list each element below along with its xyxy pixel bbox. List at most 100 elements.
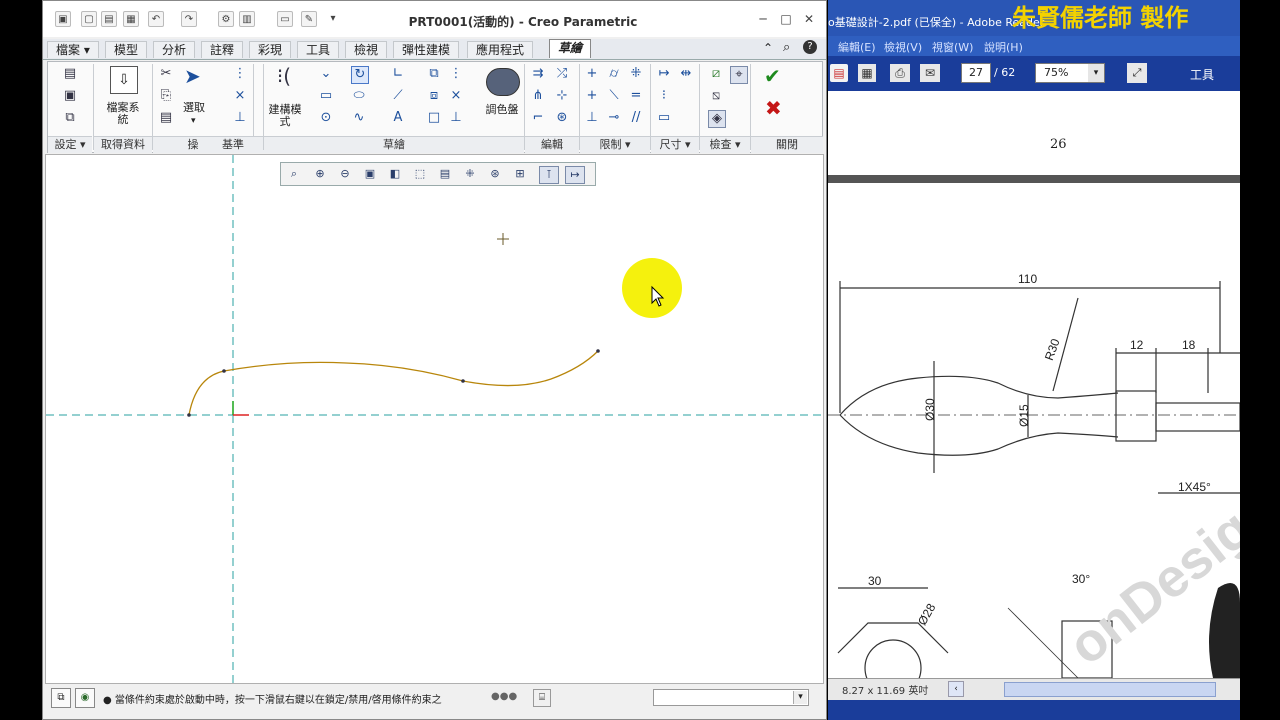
save-icon[interactable]: ▦ <box>123 11 139 27</box>
coordinate-system-icon[interactable]: ⊥ <box>232 110 248 126</box>
redo-icon[interactable]: ↷ <box>181 11 197 27</box>
help-icon[interactable]: ? <box>803 40 817 54</box>
chamfer-icon[interactable]: ⟋ <box>390 88 406 104</box>
tab-view[interactable]: 檢視 <box>345 41 388 58</box>
browser-icon[interactable]: ◉ <box>75 688 95 708</box>
app-menu-icon[interactable]: ▣ <box>55 11 71 27</box>
tab-flexible-modeling[interactable]: 彈性建模 <box>393 41 460 58</box>
close-window-icon[interactable]: ✎ <box>301 11 317 27</box>
model-tree-icon[interactable]: ⧉ <box>51 688 71 708</box>
pdf-drawing-page[interactable]: onDesign 110 R30 12 18 Ø30 Ø15 1X45° 30 … <box>828 183 1240 678</box>
graphics-canvas[interactable]: ⌕ ⊕ ⊖ ▣ ◧ ⬚ ▤ ⁜ ⊛ ⊞ ⊺ ↦ <box>45 154 824 684</box>
maximize-icon[interactable]: □ <box>778 11 794 27</box>
delete-segment-icon[interactable]: ⤮ <box>554 66 570 82</box>
project-icon[interactable]: □ <box>426 110 442 126</box>
customize-qat-icon[interactable]: ▾ <box>325 11 341 27</box>
perpendicular-constraint-icon[interactable]: ⊥ <box>584 110 600 126</box>
email-icon[interactable]: ✉ <box>920 64 940 82</box>
fillet-icon[interactable]: ∟ <box>390 66 406 82</box>
tab-tools[interactable]: 工具 <box>297 41 340 58</box>
windows-icon[interactable]: ▥ <box>239 11 255 27</box>
highlight-open-ends-icon[interactable]: ⌖ <box>730 66 748 84</box>
collapse-ribbon-icon[interactable]: ⌃ <box>763 41 773 55</box>
undo-icon[interactable]: ↶ <box>148 11 164 27</box>
coincident-constraint-icon[interactable]: ⊸ <box>606 110 622 126</box>
spline-curve[interactable] <box>188 350 599 416</box>
menu-edit[interactable]: 編輯(E) <box>838 39 876 55</box>
close-icon[interactable]: ✕ <box>801 11 817 27</box>
palette-icon[interactable] <box>486 68 520 96</box>
rotate-resize-icon[interactable]: ⊛ <box>554 110 570 126</box>
tab-sketch[interactable]: 草繪 <box>549 39 592 58</box>
copy-icon[interactable]: ⎘ <box>158 88 174 104</box>
open-folder-icon[interactable]: ▤ <box>101 11 117 27</box>
spline-point[interactable] <box>222 369 226 373</box>
create-pdf-icon[interactable]: ▤ <box>830 64 848 82</box>
symmetric-constraint-icon[interactable]: ⁜ <box>628 66 644 82</box>
feature-requirements-icon[interactable]: ◈ <box>708 110 726 128</box>
divide-icon[interactable]: ⊹ <box>554 88 570 104</box>
midpoint-constraint-icon[interactable]: ⟍ <box>606 88 622 104</box>
baseline-dimension-icon[interactable]: ⇹ <box>678 66 694 82</box>
chevron-down-icon[interactable]: ▾ <box>1088 64 1104 82</box>
tab-analysis[interactable]: 分析 <box>153 41 196 58</box>
horizontal-scrollbar[interactable] <box>1004 682 1216 697</box>
point-icon[interactable]: × <box>232 88 248 104</box>
sketch-view-icon[interactable]: ▣ <box>62 88 78 104</box>
page-number-input[interactable]: 27 <box>961 63 991 83</box>
select-arrow-icon[interactable]: ➤ <box>184 66 201 86</box>
find-icon[interactable]: ⌸ <box>533 689 551 707</box>
tab-render[interactable]: 彩現 <box>249 41 292 58</box>
sketch-setup-icon[interactable]: ▤ <box>62 66 78 82</box>
cut-icon[interactable]: ✂ <box>158 66 174 82</box>
tab-model[interactable]: 模型 <box>105 41 148 58</box>
group-inspect[interactable]: 檢查 ▾ <box>700 136 750 153</box>
spline-point[interactable] <box>596 349 600 353</box>
text-icon[interactable]: A <box>390 110 406 126</box>
zoom-select[interactable]: 75% ▾ <box>1035 63 1105 83</box>
select-dropdown-icon[interactable]: ▾ <box>191 116 196 126</box>
normal-dimension-icon[interactable]: ↦ <box>656 66 672 82</box>
minimize-icon[interactable]: ─ <box>755 11 771 27</box>
parallel-constraint-icon[interactable]: // <box>628 110 644 126</box>
point-tool-icon[interactable]: × <box>448 88 464 104</box>
line-icon[interactable]: ⌄ <box>318 66 334 82</box>
reference-dimension-icon[interactable]: ▭ <box>656 110 672 126</box>
group-dimension[interactable]: 尺寸 ▾ <box>651 136 699 153</box>
tab-annotate[interactable]: 註釋 <box>201 41 244 58</box>
menu-window[interactable]: 視窗(W) <box>932 39 973 55</box>
folder-icon[interactable]: ▭ <box>277 11 293 27</box>
offset-icon[interactable]: ⧉ <box>426 66 442 82</box>
fit-page-icon[interactable]: ⤢ <box>1127 63 1147 83</box>
centerline-tool-icon[interactable]: ⋮ <box>448 66 464 82</box>
filter-select[interactable]: ▾ <box>653 689 809 706</box>
tab-applications[interactable]: 應用程式 <box>467 41 534 58</box>
ellipse-icon[interactable]: ⬭ <box>351 88 367 104</box>
circle-icon[interactable]: ⊙ <box>318 110 334 126</box>
paste-icon[interactable]: ▤ <box>158 110 174 126</box>
construction-mode-label[interactable]: 建構模 式 <box>260 104 310 128</box>
centerline-icon[interactable]: ⋮ <box>232 66 248 82</box>
print-icon[interactable]: ⎙ <box>890 64 910 82</box>
file-system-label[interactable]: 檔案系 統 <box>98 102 148 126</box>
tab-file[interactable]: 檔案 ▾ <box>47 41 99 58</box>
save-icon[interactable]: ▦ <box>858 64 876 82</box>
scroll-left-icon[interactable]: ‹ <box>948 681 964 697</box>
menu-help[interactable]: 說明(H) <box>984 39 1023 55</box>
spline-point[interactable] <box>461 379 465 383</box>
sketch-drawing[interactable] <box>46 155 823 683</box>
group-constrain[interactable]: 限制 ▾ <box>580 136 650 153</box>
mirror-icon[interactable]: ⋔ <box>530 88 546 104</box>
thicken-icon[interactable]: ⧈ <box>426 88 442 104</box>
group-setup[interactable]: 設定 ▾ <box>48 136 92 153</box>
spline-point[interactable] <box>187 413 191 417</box>
shade-closed-loops-icon[interactable]: ⧅ <box>708 88 724 104</box>
horizontal-constraint-icon[interactable]: + <box>584 88 600 104</box>
coordinate-tool-icon[interactable]: ⊥ <box>448 110 464 126</box>
rectangle-icon[interactable]: ▭ <box>318 88 334 104</box>
file-system-icon[interactable]: ⇩ <box>110 66 138 94</box>
regenerate-icon[interactable]: ⚙ <box>218 11 234 27</box>
new-file-icon[interactable]: ▢ <box>81 11 97 27</box>
select-label[interactable]: 選取 <box>176 102 212 114</box>
corner-icon[interactable]: ⌐ <box>530 110 546 126</box>
